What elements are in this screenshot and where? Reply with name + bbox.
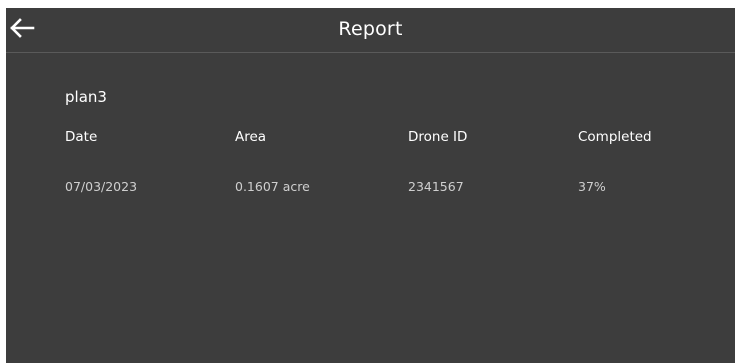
cell-drone-id: 2341567 <box>408 179 464 194</box>
app-header: Report <box>6 8 735 53</box>
plan-name: plan3 <box>65 88 107 106</box>
column-header-drone-id: Drone ID <box>408 129 468 145</box>
cell-date: 07/03/2023 <box>65 179 138 194</box>
cell-area: 0.1607 acre <box>235 179 310 194</box>
report-screen: Report plan3 Date Area Drone ID Complete… <box>6 8 735 363</box>
column-header-area: Area <box>235 129 267 145</box>
page-title: Report <box>338 18 403 40</box>
column-header-completed: Completed <box>578 129 652 145</box>
column-header-date: Date <box>65 129 98 145</box>
cell-completed: 37% <box>578 179 606 194</box>
